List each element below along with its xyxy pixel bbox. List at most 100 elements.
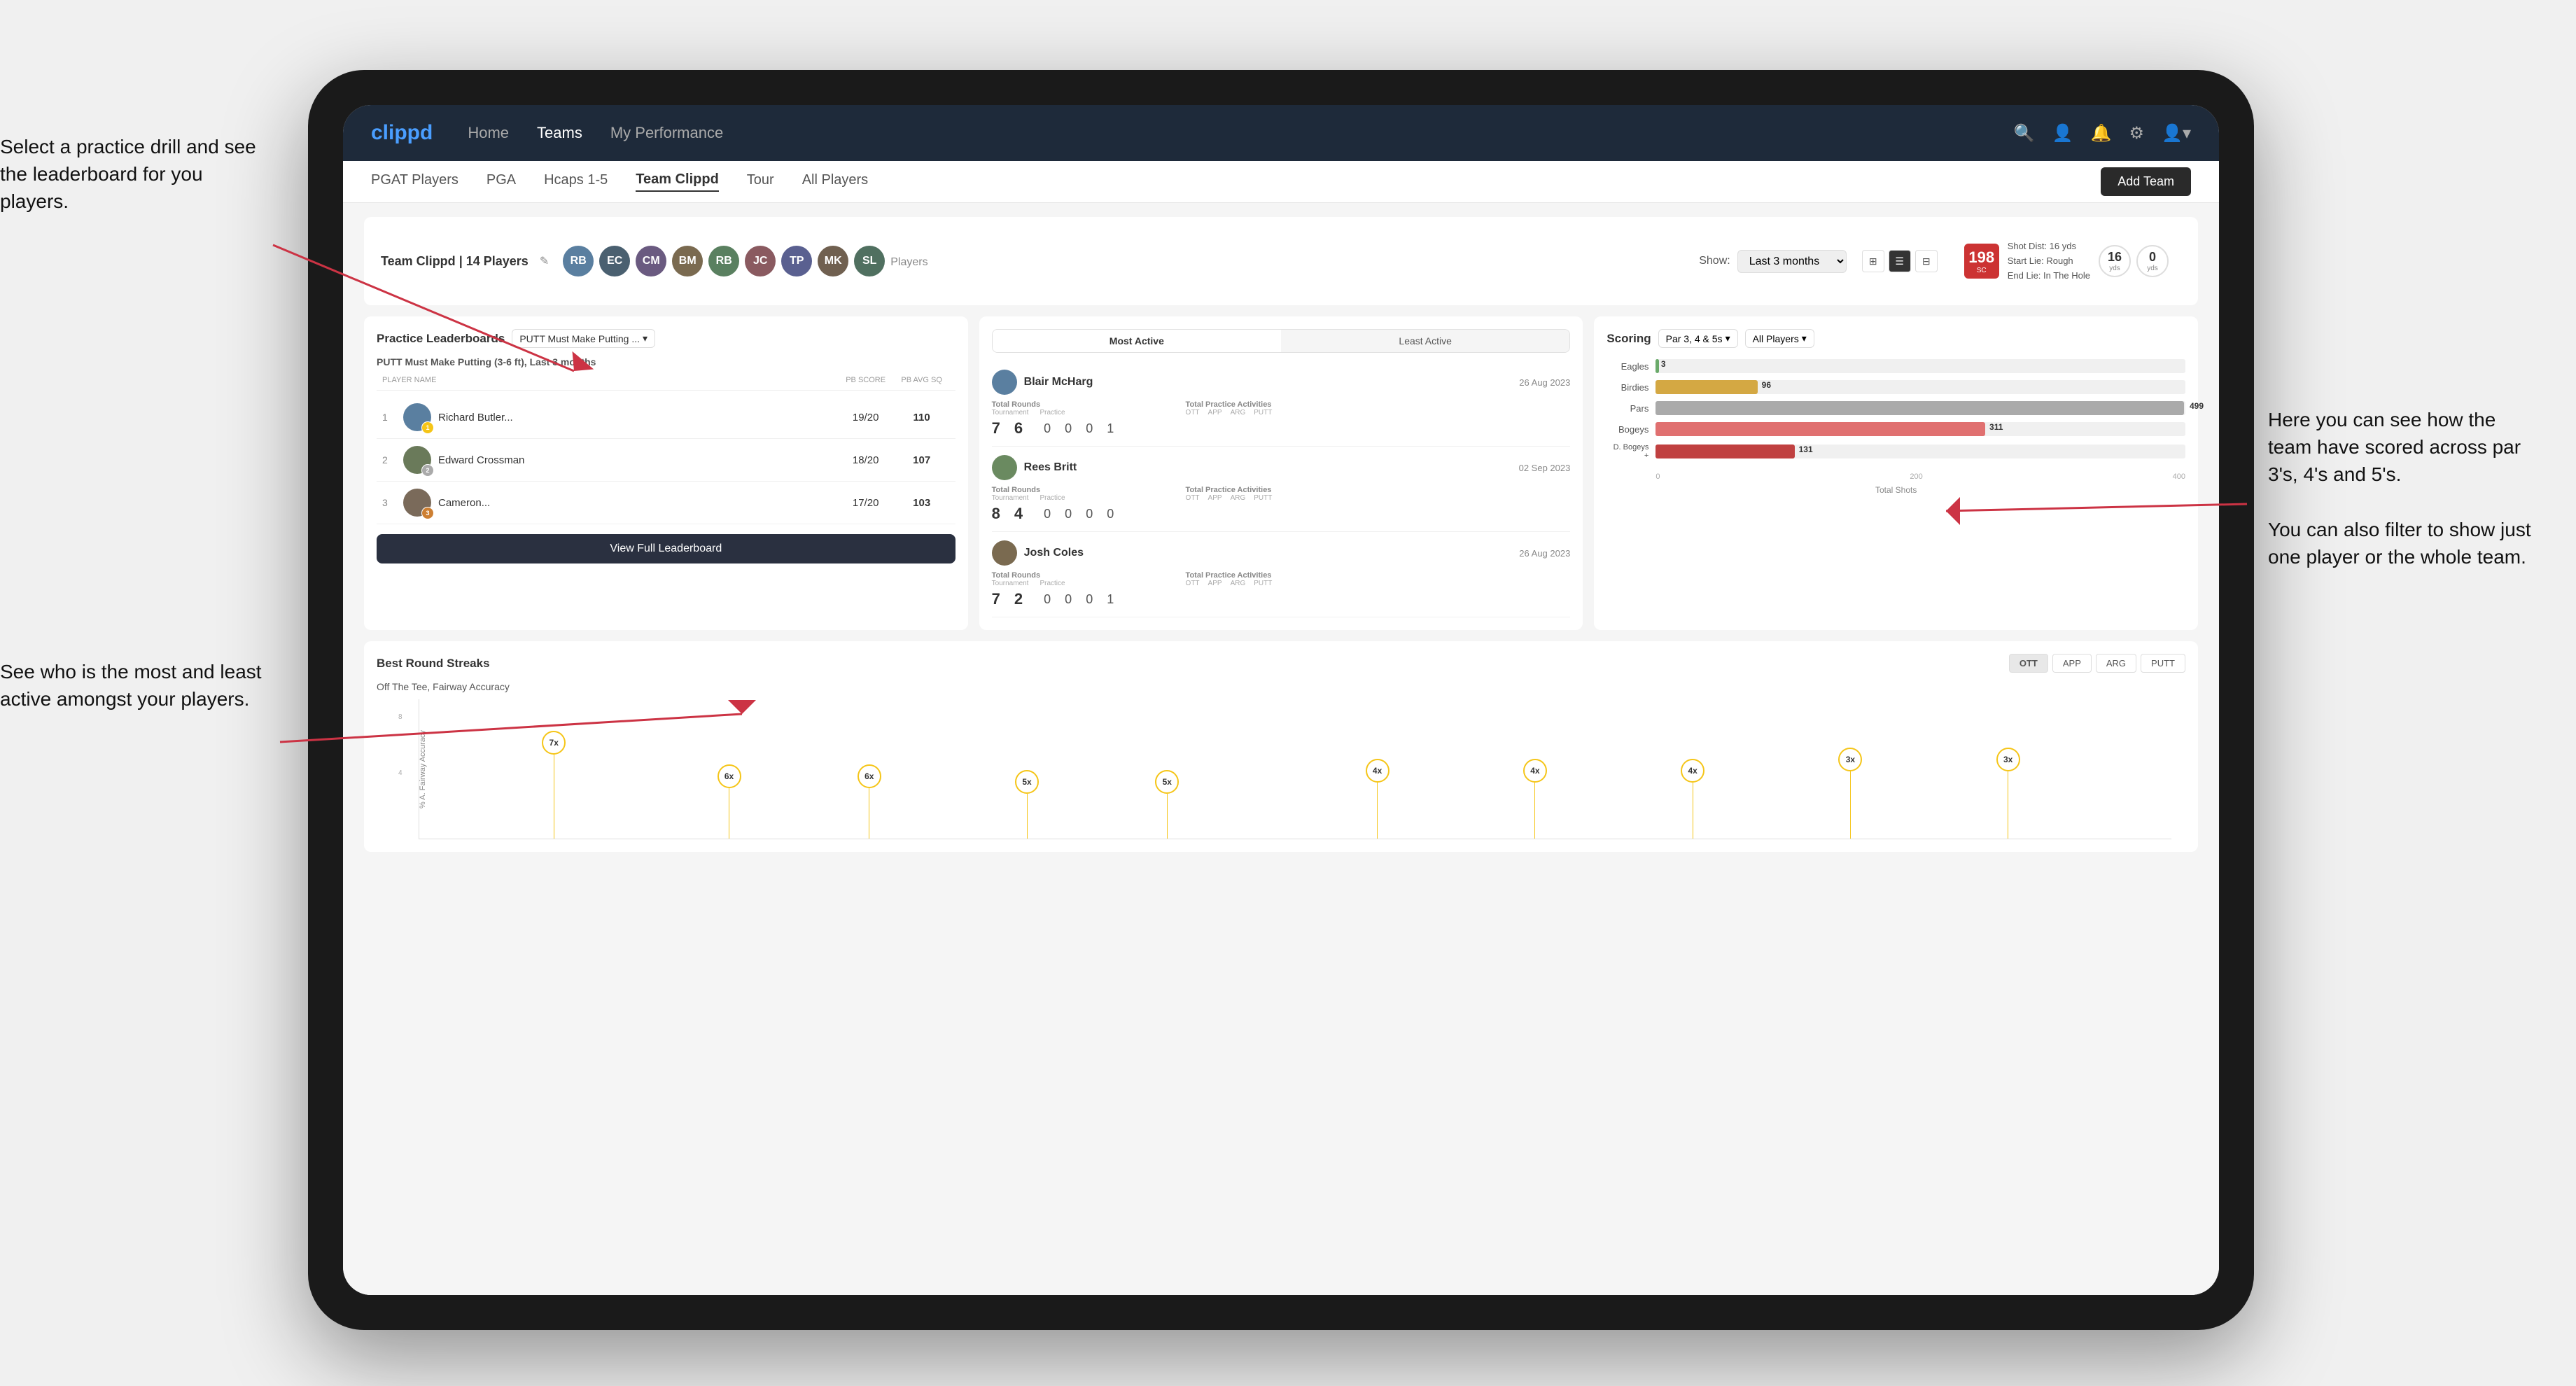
main-content: Team Clippd | 14 Players ✎ RB EC CM BM R… xyxy=(343,203,2219,1295)
sub-nav-hcaps[interactable]: Hcaps 1-5 xyxy=(544,172,608,191)
leaderboard-header-row: PLAYER NAME PB SCORE PB AVG SQ xyxy=(377,376,955,391)
lb-avatar-2: 2 xyxy=(403,446,431,474)
ott-tab[interactable]: OTT xyxy=(2009,654,2048,673)
leaderboard-dropdown[interactable]: PUTT Must Make Putting ... ▾ xyxy=(512,329,655,348)
par-filter[interactable]: Par 3, 4 & 5s ▾ xyxy=(1658,329,1738,348)
players-label: Players xyxy=(890,256,927,269)
chevron-down-icon-player: ▾ xyxy=(1802,332,1807,344)
tablet-screen: clippd Home Teams My Performance 🔍 👤 🔔 ⚙… xyxy=(343,105,2219,1295)
bar-axis: 0 200 400 xyxy=(1606,472,2185,481)
avatar-3[interactable]: CM xyxy=(636,246,666,276)
streak-dot: 4x xyxy=(1681,759,1704,839)
shot-card: 198 SC Shot Dist: 16 yds Start Lie: Roug… xyxy=(1952,230,2181,293)
view-full-leaderboard-button[interactable]: View Full Leaderboard xyxy=(377,534,955,564)
streak-dot: 5x xyxy=(1155,770,1179,839)
eagles-bar: Eagles 3 xyxy=(1606,359,2185,373)
streaks-title: Best Round Streaks xyxy=(377,657,2009,671)
scoring-panel: Scoring Par 3, 4 & 5s ▾ All Players ▾ xyxy=(1594,316,2198,630)
total-rounds-header: Total Rounds Tournament Practice xyxy=(992,400,1183,416)
nav-icons: 🔍 👤 🔔 ⚙ 👤▾ xyxy=(2014,123,2191,144)
sub-nav-tour[interactable]: Tour xyxy=(747,172,774,191)
activity-panel: Most Active Least Active Blair McHarg 26… xyxy=(979,316,1583,630)
leaderboard-row-3: 3 3 Cameron... 17/20 103 xyxy=(377,482,955,524)
streak-dot: 7x xyxy=(542,731,566,839)
arg-tab[interactable]: ARG xyxy=(2096,654,2136,673)
settings-icon[interactable]: ⚙ xyxy=(2129,123,2145,144)
edit-icon[interactable]: ✎ xyxy=(540,254,549,268)
birdies-bar: Birdies 96 xyxy=(1606,380,2185,394)
show-filter: Show: Last 3 months Last 6 months Last 1… xyxy=(1699,250,1937,273)
annotation-left-top: Select a practice drill and see the lead… xyxy=(0,133,266,216)
avatar-6[interactable]: JC xyxy=(745,246,776,276)
add-team-button[interactable]: Add Team xyxy=(2101,167,2191,196)
avatar-7[interactable]: TP xyxy=(781,246,812,276)
view-icons: ⊞ ☰ ⊟ xyxy=(1862,250,1938,272)
streak-dot: 6x xyxy=(718,764,741,839)
silver-badge: 2 xyxy=(421,464,434,477)
leaderboard-subtitle: PUTT Must Make Putting (3-6 ft), Last 3 … xyxy=(377,356,955,368)
most-active-tab[interactable]: Most Active xyxy=(993,330,1281,352)
annotation-left-bottom: See who is the most and least active amo… xyxy=(0,658,280,713)
total-practice-header: Total Practice Activities OTT APP ARG PU… xyxy=(1186,400,1571,416)
nav-link-performance[interactable]: My Performance xyxy=(610,124,723,142)
grid-view-icon[interactable]: ⊞ xyxy=(1862,250,1884,272)
gold-badge: 1 xyxy=(421,421,434,434)
team-header: Team Clippd | 14 Players ✎ RB EC CM BM R… xyxy=(364,217,2198,305)
shot-circle-1: 16 yds xyxy=(2099,245,2131,277)
avatar-2[interactable]: EC xyxy=(599,246,630,276)
pac-avatar-1 xyxy=(992,370,1017,395)
show-label: Show: xyxy=(1699,255,1730,267)
scoring-header: Scoring Par 3, 4 & 5s ▾ All Players ▾ xyxy=(1606,329,2185,348)
sub-nav-pgat[interactable]: PGAT Players xyxy=(371,172,458,191)
avatar-1[interactable]: RB xyxy=(563,246,594,276)
avatar-4[interactable]: BM xyxy=(672,246,703,276)
total-shots-label: Total Shots xyxy=(1606,485,2185,495)
bell-icon[interactable]: 🔔 xyxy=(2091,123,2112,144)
avatar-9[interactable]: SL xyxy=(854,246,885,276)
streak-dot: 4x xyxy=(1523,759,1547,839)
lb-avatar-3: 3 xyxy=(403,489,431,517)
sub-nav-team[interactable]: Team Clippd xyxy=(636,172,719,192)
three-col-layout: Practice Leaderboards PUTT Must Make Put… xyxy=(364,316,2198,630)
shot-circle-2: 0 yds xyxy=(2136,245,2169,277)
streaks-tabs: OTT APP ARG PUTT xyxy=(2009,654,2185,673)
least-active-tab[interactable]: Least Active xyxy=(1281,330,1569,352)
player-avatars: RB EC CM BM RB JC TP MK SL Players xyxy=(563,246,927,276)
activity-card-2: Rees Britt 02 Sep 2023 Total Rounds Tour… xyxy=(992,447,1571,532)
pac-avatar-2 xyxy=(992,455,1017,480)
pac-stats-header-2: Total Rounds Tournament Practice Total P… xyxy=(992,486,1571,502)
sub-nav-all-players[interactable]: All Players xyxy=(802,172,868,191)
pac-avatar-3 xyxy=(992,540,1017,566)
detail-view-icon[interactable]: ⊟ xyxy=(1915,250,1938,272)
shot-info: Shot Dist: 16 yds Start Lie: Rough End L… xyxy=(2008,239,2090,283)
sub-nav-pga[interactable]: PGA xyxy=(486,172,516,191)
streak-chart: 8 4 7x 6x 6x 5x 5x 4x 4x 4x xyxy=(419,699,2171,839)
nav-link-home[interactable]: Home xyxy=(468,124,509,142)
team-title: Team Clippd | 14 Players xyxy=(381,254,528,269)
app-tab[interactable]: APP xyxy=(2052,654,2092,673)
logo: clippd xyxy=(371,121,433,145)
streak-dot: 5x xyxy=(1015,770,1039,839)
pars-bar: Pars 499 xyxy=(1606,401,2185,415)
avatar-8[interactable]: MK xyxy=(818,246,848,276)
show-select[interactable]: Last 3 months Last 6 months Last 12 mont… xyxy=(1737,250,1847,273)
avatar-5[interactable]: RB xyxy=(708,246,739,276)
putt-tab[interactable]: PUTT xyxy=(2141,654,2185,673)
top-nav: clippd Home Teams My Performance 🔍 👤 🔔 ⚙… xyxy=(343,105,2219,161)
streak-dot: 3x xyxy=(1838,748,1862,839)
best-round-streaks-section: Best Round Streaks OTT APP ARG PUTT Off … xyxy=(364,641,2198,852)
player-filter[interactable]: All Players ▾ xyxy=(1745,329,1814,348)
search-icon[interactable]: 🔍 xyxy=(2014,123,2035,144)
avatar-icon[interactable]: 👤▾ xyxy=(2162,123,2191,144)
pac-stats-header-1: Total Rounds Tournament Practice Total P… xyxy=(992,400,1571,416)
streaks-subtitle: Off The Tee, Fairway Accuracy xyxy=(377,681,2185,692)
streak-dot: 3x xyxy=(1996,748,2020,839)
people-icon[interactable]: 👤 xyxy=(2052,123,2073,144)
bronze-badge: 3 xyxy=(421,507,434,519)
nav-link-teams[interactable]: Teams xyxy=(537,124,582,142)
list-view-icon[interactable]: ☰ xyxy=(1889,250,1911,272)
sub-nav-links: PGAT Players PGA Hcaps 1-5 Team Clippd T… xyxy=(371,172,868,192)
lb-avatar-1: 1 xyxy=(403,403,431,431)
chevron-down-icon: ▾ xyxy=(643,332,648,344)
scoring-bar-chart: Eagles 3 Birdies 96 xyxy=(1606,356,2185,470)
